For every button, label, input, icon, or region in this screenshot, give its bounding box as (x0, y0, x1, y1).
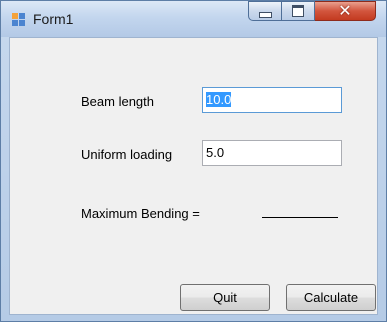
caption-buttons: ✕ (248, 1, 376, 23)
close-button[interactable]: ✕ (315, 1, 376, 21)
calculate-button[interactable]: Calculate (286, 284, 376, 311)
quit-button[interactable]: Quit (180, 284, 270, 311)
minimize-icon (258, 11, 272, 18)
maximum-bending-result (262, 217, 338, 218)
beam-length-value: 10.0 (206, 92, 232, 107)
maximum-bending-label: Maximum Bending = (81, 206, 200, 221)
beam-length-label: Beam length (81, 94, 154, 109)
form-client-area: Beam length 10.0 Uniform loading 5.0 Max… (9, 37, 378, 315)
uniform-loading-label: Uniform loading (81, 147, 173, 162)
close-icon: ✕ (338, 1, 352, 20)
maximize-button[interactable] (282, 1, 315, 21)
maximize-icon (292, 5, 304, 17)
uniform-loading-value: 5.0 (206, 145, 225, 160)
minimize-button[interactable] (248, 1, 282, 21)
form-app-icon (12, 13, 25, 26)
uniform-loading-input[interactable]: 5.0 (202, 140, 342, 166)
title-bar[interactable]: Form1 ✕ (1, 1, 386, 37)
form1-window: Form1 ✕ Beam length 10.0 Uniform loading… (0, 0, 387, 322)
window-title: Form1 (33, 11, 74, 27)
beam-length-input[interactable]: 10.0 (202, 87, 342, 113)
